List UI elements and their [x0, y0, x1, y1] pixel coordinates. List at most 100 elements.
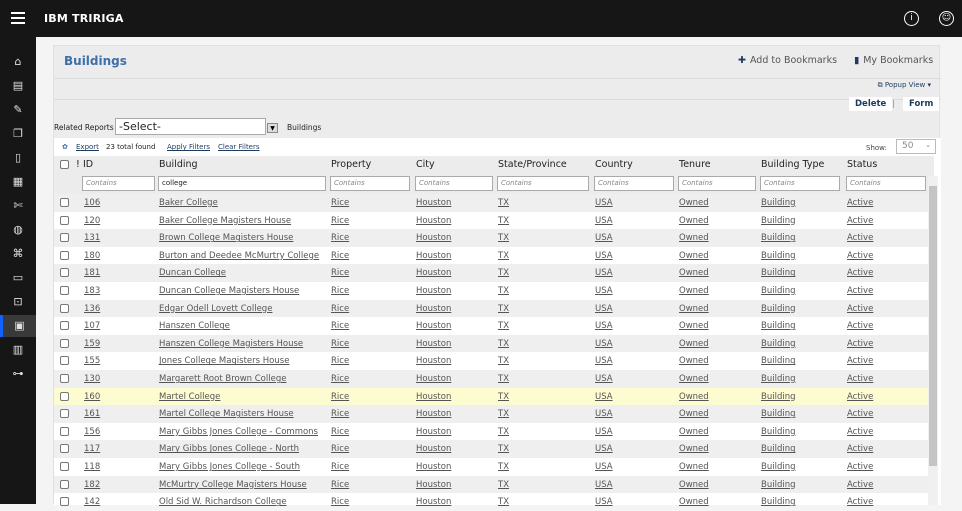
country-link[interactable]: USA — [595, 374, 613, 384]
country-link[interactable]: USA — [595, 216, 613, 226]
menu-icon[interactable] — [11, 12, 25, 24]
city-link[interactable]: Houston — [416, 444, 451, 454]
type-link[interactable]: Building — [761, 304, 795, 314]
type-link[interactable]: Building — [761, 444, 795, 454]
property-link[interactable]: Rice — [331, 321, 349, 331]
building-link[interactable]: Margarett Root Brown College — [159, 374, 286, 384]
state-link[interactable]: TX — [498, 444, 509, 454]
city-link[interactable]: Houston — [416, 251, 451, 261]
filter-input[interactable]: Contains — [678, 176, 756, 191]
row-checkbox[interactable] — [60, 268, 69, 278]
id-link[interactable]: 131 — [84, 233, 100, 243]
city-link[interactable]: Houston — [416, 480, 451, 490]
property-link[interactable]: Rice — [331, 286, 349, 296]
building-link[interactable]: Martel College Magisters House — [159, 409, 294, 419]
city-link[interactable]: Houston — [416, 286, 451, 296]
state-link[interactable]: TX — [498, 233, 509, 243]
state-link[interactable]: TX — [498, 480, 509, 490]
info-icon[interactable]: i — [904, 11, 919, 26]
id-link[interactable]: 130 — [84, 374, 100, 384]
table-row[interactable]: 142 Old Sid W. Richardson College Rice Hous… — [54, 493, 928, 511]
property-link[interactable]: Rice — [331, 497, 349, 507]
country-link[interactable]: USA — [595, 304, 613, 314]
status-link[interactable]: Active — [847, 462, 873, 472]
column-header[interactable]: ! — [76, 159, 80, 170]
table-row[interactable]: 156 Mary Gibbs Jones College - Commons Ric… — [54, 423, 928, 441]
id-link[interactable]: 183 — [84, 286, 100, 296]
country-link[interactable]: USA — [595, 392, 613, 402]
city-link[interactable]: Houston — [416, 392, 451, 402]
status-link[interactable]: Active — [847, 286, 873, 296]
building-link[interactable]: Mary Gibbs Jones College - North — [159, 444, 299, 454]
status-link[interactable]: Active — [847, 268, 873, 278]
status-link[interactable]: Active — [847, 444, 873, 454]
country-link[interactable]: USA — [595, 198, 613, 208]
related-reports-select[interactable]: -Select- — [115, 118, 266, 135]
status-link[interactable]: Active — [847, 304, 873, 314]
filter-input[interactable]: Contains — [497, 176, 589, 191]
state-link[interactable]: TX — [498, 198, 509, 208]
property-link[interactable]: Rice — [331, 392, 349, 402]
tenure-link[interactable]: Owned — [679, 497, 709, 507]
row-checkbox[interactable] — [60, 426, 69, 436]
table-row[interactable]: 160 Martel College Rice Houston TX USA Owned Bu… — [54, 387, 928, 406]
state-link[interactable]: TX — [498, 427, 509, 437]
id-link[interactable]: 136 — [84, 304, 100, 314]
state-link[interactable]: TX — [498, 339, 509, 349]
document-icon[interactable]: ▯ — [0, 147, 36, 169]
type-link[interactable]: Building — [761, 356, 795, 366]
type-link[interactable]: Building — [761, 286, 795, 296]
country-link[interactable]: USA — [595, 356, 613, 366]
row-checkbox[interactable] — [60, 233, 69, 243]
type-link[interactable]: Building — [761, 198, 795, 208]
building-link[interactable]: Mary Gibbs Jones College - Commons — [159, 427, 318, 437]
id-link[interactable]: 159 — [84, 339, 100, 349]
type-link[interactable]: Building — [761, 268, 795, 278]
id-link[interactable]: 182 — [84, 480, 100, 490]
status-link[interactable]: Active — [847, 356, 873, 366]
id-link[interactable]: 160 — [84, 392, 100, 402]
table-row[interactable]: 180 Burton and Deedee McMurtry College Ric… — [54, 247, 928, 265]
add-to-bookmarks-button[interactable]: ✚ Add to Bookmarks — [738, 55, 837, 66]
row-checkbox[interactable] — [60, 198, 69, 207]
table-row[interactable]: 159 Hanszen College Magisters House Rice Ho… — [54, 334, 928, 353]
status-link[interactable]: Active — [847, 480, 873, 490]
city-link[interactable]: Houston — [416, 198, 451, 208]
status-link[interactable]: Active — [847, 251, 873, 261]
refresh-icon[interactable]: ✿ — [62, 143, 68, 151]
dashboard-icon[interactable]: ▦ — [0, 171, 36, 193]
building-link[interactable]: Old Sid W. Richardson College — [159, 497, 287, 507]
country-link[interactable]: USA — [595, 321, 613, 331]
country-link[interactable]: USA — [595, 462, 613, 472]
building-link[interactable]: McMurtry College Magisters House — [159, 480, 307, 490]
id-link[interactable]: 155 — [84, 356, 100, 366]
type-link[interactable]: Building — [761, 321, 795, 331]
row-checkbox[interactable] — [60, 479, 69, 489]
row-checkbox[interactable] — [60, 391, 69, 401]
property-link[interactable]: Rice — [331, 409, 349, 419]
city-link[interactable]: Houston — [416, 268, 451, 278]
network-icon[interactable]: ⌘ — [0, 243, 36, 265]
tenure-link[interactable]: Owned — [679, 480, 709, 490]
popup-view-button[interactable]: ⧉ Popup View ▾ — [878, 81, 931, 90]
archive-icon[interactable]: ▥ — [0, 339, 36, 361]
filter-input[interactable]: Contains — [594, 176, 674, 191]
row-checkbox[interactable] — [60, 374, 69, 383]
building-link[interactable]: Edgar Odell Lovett College — [159, 304, 272, 314]
property-link[interactable]: Rice — [331, 304, 349, 314]
row-checkbox[interactable] — [60, 338, 69, 348]
property-link[interactable]: Rice — [331, 374, 349, 384]
type-link[interactable]: Building — [761, 462, 795, 472]
city-link[interactable]: Houston — [416, 339, 451, 349]
property-link[interactable]: Rice — [331, 216, 349, 226]
building-link[interactable]: Baker College — [159, 198, 218, 208]
city-link[interactable]: Houston — [416, 233, 451, 243]
table-row[interactable]: 107 Hanszen College Rice Houston TX USA Owned B… — [54, 317, 928, 335]
scrollbar-thumb[interactable] — [929, 186, 937, 466]
tenure-link[interactable]: Owned — [679, 216, 709, 226]
building-link[interactable]: Hanszen College — [159, 321, 230, 331]
building-link[interactable]: Burton and Deedee McMurtry College — [159, 251, 319, 261]
filter-input[interactable]: Contains — [82, 176, 155, 191]
filter-input[interactable]: Contains — [846, 176, 926, 191]
report-icon[interactable]: ▭ — [0, 267, 36, 289]
